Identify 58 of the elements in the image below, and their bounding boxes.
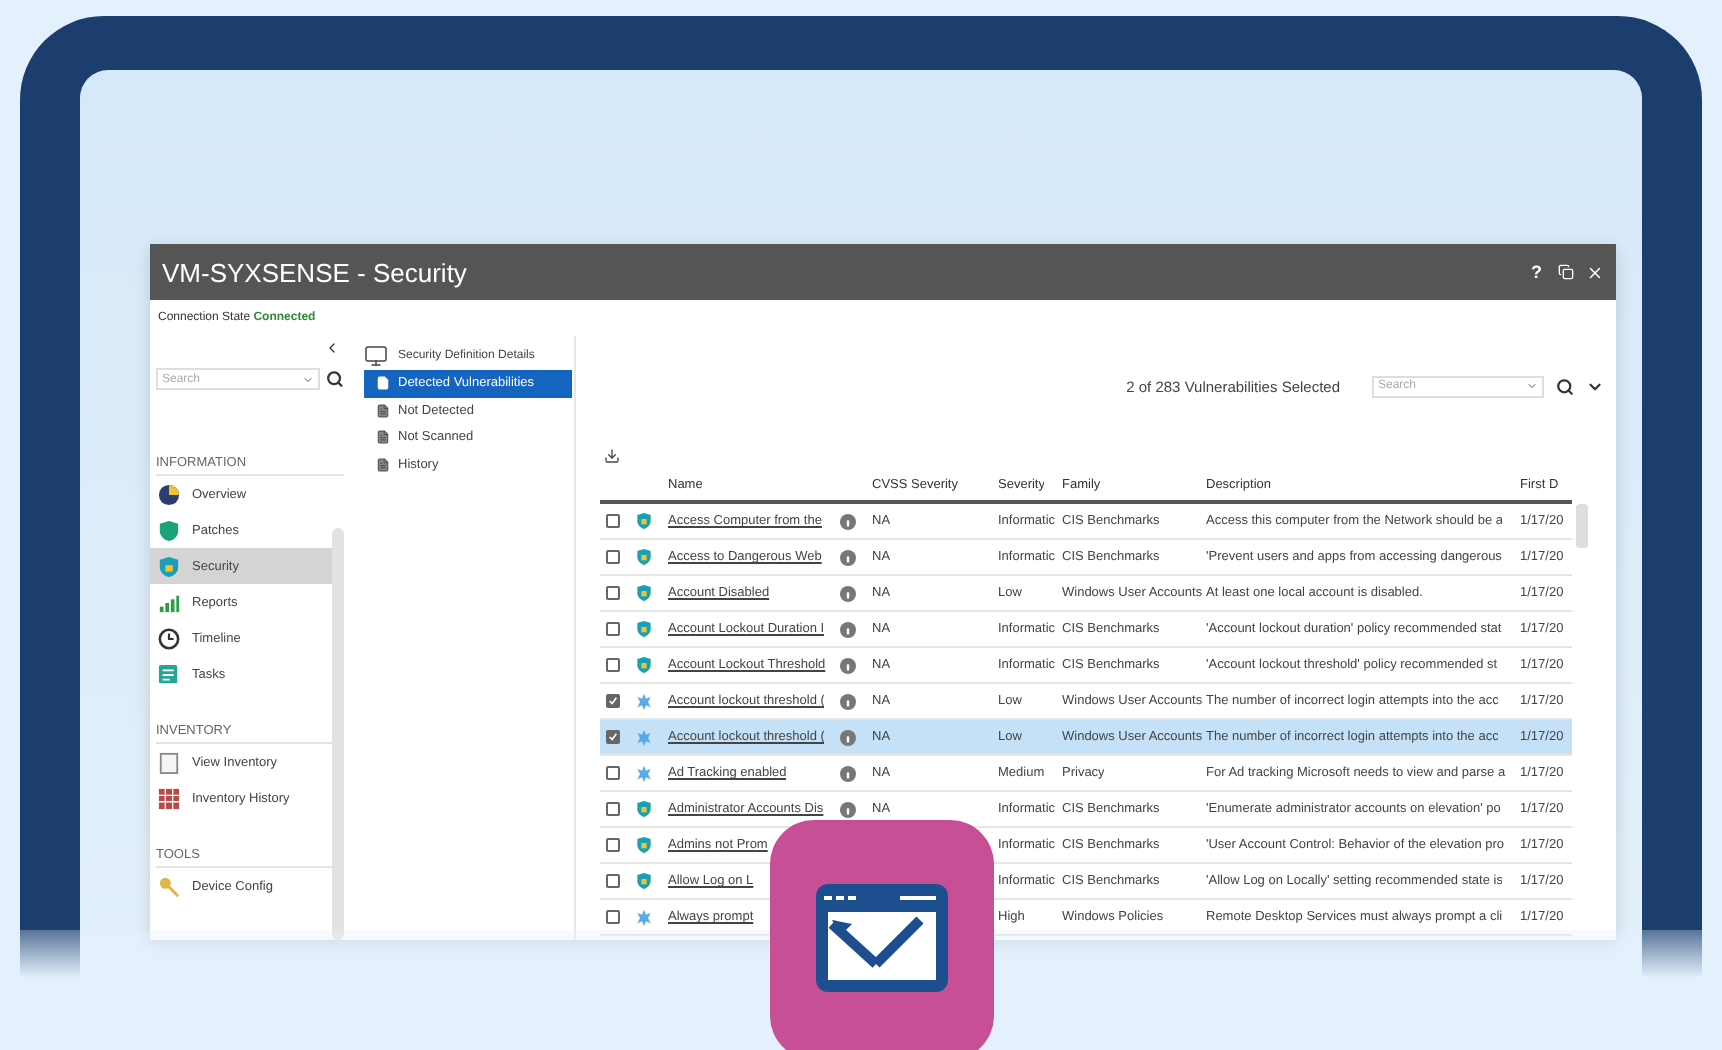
bar-chart-icon xyxy=(158,591,180,613)
document-icon xyxy=(376,430,390,445)
shield-icon xyxy=(636,584,652,602)
clipboard-icon xyxy=(158,751,180,773)
shield-icon xyxy=(636,836,652,854)
shield-lock-icon xyxy=(158,555,180,577)
info-icon xyxy=(840,549,856,565)
download-icon[interactable] xyxy=(604,448,620,464)
key-icon xyxy=(158,875,180,897)
clock-icon xyxy=(158,627,180,649)
info-icon xyxy=(840,801,856,817)
collapse-icon[interactable] xyxy=(324,340,340,356)
info-icon xyxy=(840,693,856,709)
row-checkbox[interactable] xyxy=(606,622,620,636)
shield-icon xyxy=(636,548,652,566)
close-icon[interactable] xyxy=(1586,263,1604,281)
scrollbar[interactable] xyxy=(332,528,344,940)
info-icon xyxy=(840,729,856,745)
monitor-icon xyxy=(364,344,388,368)
row-checkbox[interactable] xyxy=(606,586,620,600)
info-icon xyxy=(840,585,856,601)
pie-chart-icon xyxy=(158,483,180,505)
row-checkbox[interactable] xyxy=(606,694,620,708)
info-icon xyxy=(840,657,856,673)
row-checkbox[interactable] xyxy=(606,910,620,924)
document-icon xyxy=(376,403,390,418)
document-icon xyxy=(376,457,390,472)
row-checkbox[interactable] xyxy=(606,730,620,744)
row-checkbox[interactable] xyxy=(606,658,620,672)
calendar-grid-icon xyxy=(158,787,180,809)
row-checkbox[interactable] xyxy=(606,514,620,528)
row-checkbox[interactable] xyxy=(606,802,620,816)
row-checkbox[interactable] xyxy=(606,874,620,888)
info-icon xyxy=(840,621,856,637)
shield-icon xyxy=(636,656,652,674)
document-icon xyxy=(376,376,390,391)
shield-icon xyxy=(636,620,652,638)
scrollbar[interactable] xyxy=(1576,504,1588,548)
row-checkbox[interactable] xyxy=(606,838,620,852)
search-icon[interactable] xyxy=(1556,377,1574,395)
row-checkbox[interactable] xyxy=(606,766,620,780)
browser-window-icon xyxy=(812,880,952,996)
gear-icon xyxy=(636,693,652,709)
gear-icon xyxy=(636,765,652,781)
row-checkbox[interactable] xyxy=(606,550,620,564)
restore-icon[interactable] xyxy=(1558,264,1574,280)
search-icon[interactable] xyxy=(326,370,344,388)
help-button[interactable]: ? xyxy=(1531,262,1542,282)
gear-icon xyxy=(636,909,652,925)
shield-icon xyxy=(158,519,180,541)
info-icon xyxy=(840,765,856,781)
shield-icon xyxy=(636,800,652,818)
shield-icon xyxy=(636,872,652,890)
window-title: VM-SYXSENSE - Security xyxy=(162,257,469,287)
shield-icon xyxy=(636,512,652,530)
info-icon xyxy=(840,513,856,529)
task-list-icon xyxy=(158,663,180,685)
gear-icon xyxy=(636,729,652,745)
